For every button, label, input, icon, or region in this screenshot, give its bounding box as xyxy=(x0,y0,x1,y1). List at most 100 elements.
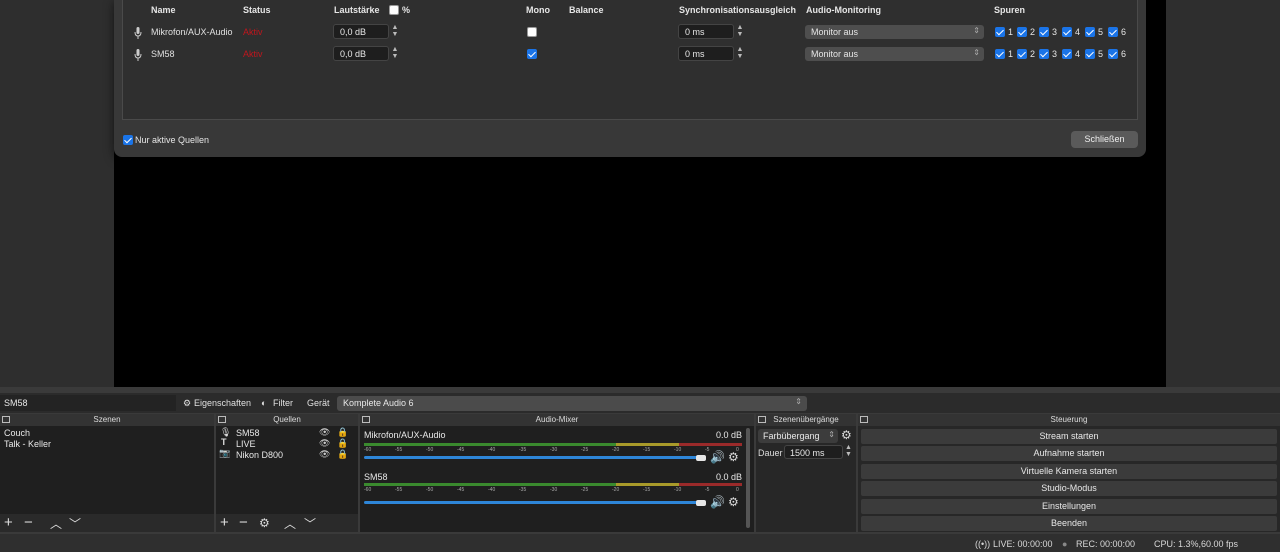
volume-fader[interactable] xyxy=(364,501,704,504)
settings-button[interactable]: Einstellungen xyxy=(861,499,1277,514)
preview-left-margin xyxy=(0,0,114,387)
monitoring-select[interactable]: Monitor aus ⇕ xyxy=(805,25,984,39)
virtual-camera-button[interactable]: Virtuelle Kamera starten xyxy=(861,464,1277,479)
close-button[interactable]: Schließen xyxy=(1071,131,1138,148)
eye-icon[interactable]: 👁 xyxy=(319,438,330,449)
volume-fader-handle[interactable] xyxy=(696,455,706,461)
list-item[interactable]: LIVE xyxy=(236,439,256,449)
volume-input[interactable]: 0,0 dB xyxy=(333,24,389,39)
track-1-checkbox[interactable] xyxy=(995,27,1005,37)
remove-icon[interactable]: − xyxy=(239,515,248,530)
track-5-checkbox[interactable] xyxy=(1085,49,1095,59)
track-1-checkbox[interactable] xyxy=(995,49,1005,59)
col-percent: % xyxy=(402,5,411,15)
sync-offset-input[interactable]: 0 ms xyxy=(678,46,734,61)
chevron-down-icon[interactable]: ﹀ xyxy=(69,517,81,532)
track-6-checkbox[interactable] xyxy=(1108,49,1118,59)
table-row: SM58 Aktiv 0,0 dB ▲ ▼ 0 ms ▲ ▼ Monitor aus… xyxy=(123,44,1139,64)
remove-icon[interactable]: − xyxy=(24,515,33,530)
track-5-checkbox[interactable] xyxy=(1085,27,1095,37)
track-4-label: 4 xyxy=(1075,49,1081,59)
dock-float-icon[interactable] xyxy=(362,416,370,423)
add-icon[interactable]: + xyxy=(4,515,13,530)
duration-input[interactable]: 1500 ms xyxy=(784,445,843,459)
eye-icon[interactable]: 👁 xyxy=(319,427,330,438)
track-5-label: 5 xyxy=(1098,27,1104,37)
meter-scale: -60 -55 -50 -45 -40 -35 -30 -25 -20 -15 -10 -5 0 xyxy=(364,447,742,455)
list-item[interactable]: Talk - Keller xyxy=(4,439,51,449)
chevron-updown-icon: ⇕ xyxy=(973,26,980,35)
dock-float-icon[interactable] xyxy=(2,416,10,423)
record-start-button[interactable]: Aufnahme starten xyxy=(861,446,1277,461)
lock-icon[interactable]: 🔒 xyxy=(337,449,348,460)
track-2-checkbox[interactable] xyxy=(1017,27,1027,37)
list-item[interactable]: SM58 xyxy=(236,428,260,438)
sources-dock: Quellen 🎙 SM58 T LIVE 📷 Nikon D800 👁 👁 👁… xyxy=(216,414,358,532)
dock-float-icon[interactable] xyxy=(860,416,868,423)
audio-mixer-dock: Audio-Mixer Mikrofon/AUX-Audio 0.0 dB -6… xyxy=(360,414,754,532)
meter-tick-label: -55 xyxy=(395,487,403,493)
chevron-up-icon[interactable]: ︿ xyxy=(50,517,62,532)
dock-float-icon[interactable] xyxy=(758,416,766,423)
meter-tick-label: -25 xyxy=(581,447,589,453)
volume-fader-handle[interactable] xyxy=(696,500,706,506)
mixer-scrollbar[interactable] xyxy=(746,428,750,528)
meter-tick-label: -10 xyxy=(674,487,682,493)
mono-checkbox[interactable] xyxy=(527,27,537,37)
monitoring-select[interactable]: Monitor aus ⇕ xyxy=(805,47,984,61)
lock-icon[interactable]: 🔒 xyxy=(337,427,348,438)
controls-title-text: Steuerung xyxy=(1050,415,1088,424)
col-name: Name xyxy=(151,5,176,15)
sync-offset-input[interactable]: 0 ms xyxy=(678,24,734,39)
studio-mode-button[interactable]: Studio-Modus xyxy=(861,481,1277,496)
speaker-icon[interactable]: 🔊 xyxy=(710,450,725,464)
gear-icon[interactable]: ⚙ xyxy=(259,516,270,531)
monitoring-value: Monitor aus xyxy=(811,49,859,59)
mono-checkbox[interactable] xyxy=(527,49,537,59)
duration-stepper[interactable]: ▲ ▼ xyxy=(845,444,852,458)
gear-icon[interactable]: ⚙ xyxy=(728,495,739,509)
list-item[interactable]: Couch xyxy=(4,428,30,438)
exit-button[interactable]: Beenden xyxy=(861,516,1277,531)
sync-offset-stepper[interactable]: ▲ ▼ xyxy=(735,46,745,61)
sync-offset-stepper[interactable]: ▲ ▼ xyxy=(735,24,745,39)
track-4-checkbox[interactable] xyxy=(1062,27,1072,37)
gear-icon[interactable]: ⚙ xyxy=(841,428,852,442)
dock-float-icon[interactable] xyxy=(218,416,226,423)
lock-icon[interactable]: 🔒 xyxy=(337,438,348,449)
mixer-title-text: Audio-Mixer xyxy=(535,415,579,424)
chevron-up-icon[interactable]: ︿ xyxy=(284,517,296,532)
percent-checkbox[interactable] xyxy=(389,5,399,15)
gear-icon[interactable]: ⚙ xyxy=(728,450,739,464)
scenes-toolbar: + − ︿ ﹀ xyxy=(0,514,214,532)
stream-start-button[interactable]: Stream starten xyxy=(861,429,1277,444)
volume-stepper[interactable]: ▲ ▼ xyxy=(390,24,400,39)
transition-select[interactable]: Farbübergang ⇕ xyxy=(758,429,838,443)
source-status: Aktiv xyxy=(243,27,263,37)
track-2-checkbox[interactable] xyxy=(1017,49,1027,59)
meter-tick-label: -55 xyxy=(395,447,403,453)
track-6-checkbox[interactable] xyxy=(1108,27,1118,37)
device-select[interactable]: Komplete Audio 6 ⇕ xyxy=(337,396,807,411)
volume-input[interactable]: 0,0 dB xyxy=(333,46,389,61)
only-active-checkbox[interactable] xyxy=(123,135,133,145)
gear-icon: ⚙ xyxy=(183,398,192,408)
chevron-down-icon[interactable]: ﹀ xyxy=(304,517,316,532)
volume-stepper[interactable]: ▲ ▼ xyxy=(390,46,400,61)
track-3-checkbox[interactable] xyxy=(1039,49,1049,59)
filter-button[interactable]: Filter xyxy=(273,398,293,408)
speaker-icon[interactable]: 🔊 xyxy=(710,495,725,509)
col-balance: Balance xyxy=(569,5,604,15)
chevron-updown-icon: ⇕ xyxy=(828,430,835,439)
volume-fader[interactable] xyxy=(364,456,704,459)
eye-icon[interactable]: 👁 xyxy=(319,449,330,460)
properties-button[interactable]: Eigenschaften xyxy=(194,398,251,408)
filter-icon: ◐ xyxy=(261,398,267,408)
add-icon[interactable]: + xyxy=(220,515,229,530)
track-4-checkbox[interactable] xyxy=(1062,49,1072,59)
meter-tick-label: -35 xyxy=(519,487,527,493)
rec-status: REC: 00:00:00 xyxy=(1076,539,1136,549)
meter-tick-label: -25 xyxy=(581,487,589,493)
track-3-checkbox[interactable] xyxy=(1039,27,1049,37)
list-item[interactable]: Nikon D800 xyxy=(236,450,283,460)
